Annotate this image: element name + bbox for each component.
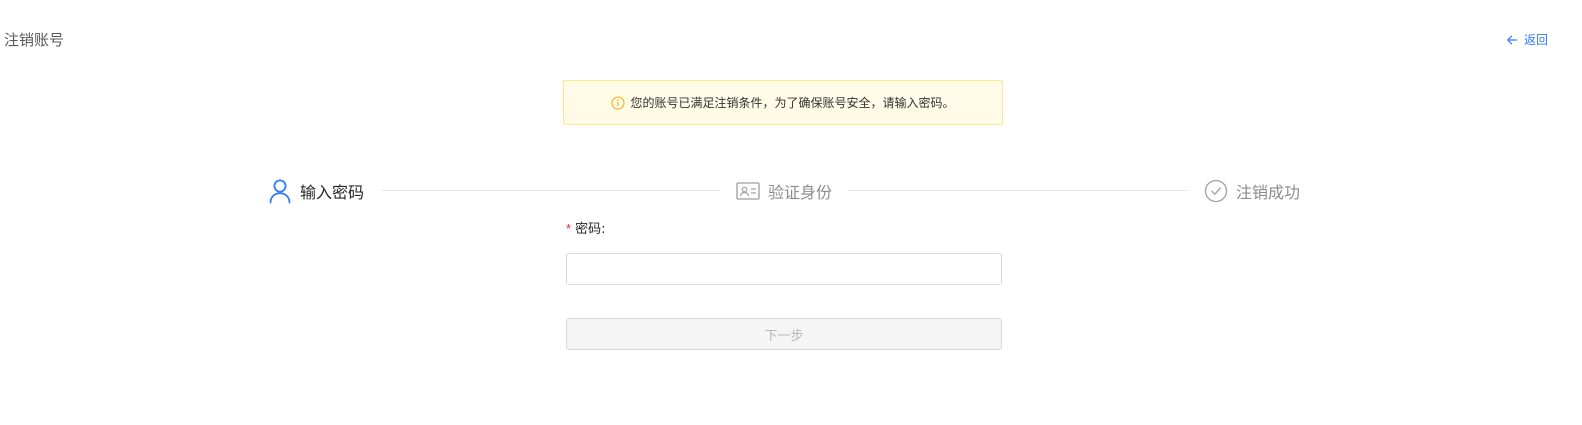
password-form: * 密码: 下一步 [566, 218, 1002, 350]
step-enter-password: 输入密码 [268, 176, 364, 206]
step-connector [381, 190, 720, 191]
account-cancellation-page: 注销账号 返回 您的账号已满足注销条件，为了确保账号安全，请输入密码。 输入密码… [0, 0, 1582, 425]
check-circle-icon [1204, 179, 1228, 203]
password-label: * 密码: [566, 218, 1002, 241]
arrow-left-icon [1506, 34, 1518, 46]
step-label: 输入密码 [300, 183, 365, 202]
page-title: 注销账号 [4, 31, 65, 49]
info-circle-icon [611, 95, 626, 110]
user-icon [268, 178, 292, 204]
step-cancel-success: 注销成功 [1204, 176, 1300, 206]
next-step-button[interactable]: 下一步 [566, 318, 1002, 350]
step-connector [848, 190, 1188, 191]
step-verify-identity: 验证身份 [736, 176, 832, 206]
password-input[interactable] [566, 253, 1002, 285]
back-button[interactable]: 返回 [1506, 31, 1548, 49]
step-label: 验证身份 [768, 183, 833, 202]
warning-notice: 您的账号已满足注销条件，为了确保账号安全，请输入密码。 [563, 80, 1003, 125]
required-mark: * [566, 221, 572, 236]
back-label: 返回 [1523, 33, 1548, 47]
id-card-icon [736, 181, 760, 201]
notice-text: 您的账号已满足注销条件，为了确保账号安全，请输入密码。 [630, 96, 955, 110]
cancellation-steps: 输入密码 验证身份 注销成功 [268, 176, 1302, 206]
step-label: 注销成功 [1236, 183, 1301, 202]
password-label-colon: : [601, 222, 606, 237]
password-label-text: 密码 [575, 222, 602, 237]
